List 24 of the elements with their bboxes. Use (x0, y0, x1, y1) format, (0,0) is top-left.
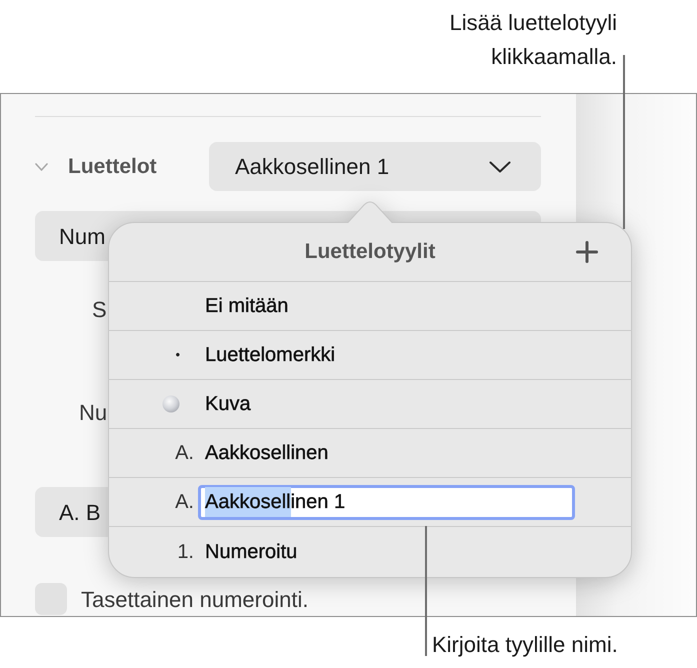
name-field[interactable]: Aakkosellinen 1 (198, 484, 575, 520)
list-style-item[interactable]: Numeroitu (205, 536, 298, 566)
callout-text: Kirjoita tyylille nimi. (432, 631, 618, 659)
list-marker: 1. (177, 540, 194, 564)
add-button[interactable] (576, 240, 598, 262)
sphere-icon (162, 395, 180, 413)
popover-title: Luettelotyylit (304, 238, 436, 265)
checkbox-label: Tasettainen numerointi. (81, 586, 308, 614)
list-style-item[interactable]: Luettelomerkki (205, 340, 336, 370)
list-marker: A. (175, 490, 194, 515)
callout-text: Lisää luettelotyyli klikkaamalla. (448, 9, 617, 71)
checkbox[interactable] (35, 583, 67, 615)
style-dropdown[interactable]: Aakkosellinen 1 (209, 142, 541, 191)
section-title: Luettelot (68, 154, 157, 180)
field-label: Nu (79, 400, 108, 425)
list-style-item[interactable]: Ei mitään (205, 291, 288, 321)
list-style-item[interactable]: Aakkosellinen (205, 438, 328, 468)
plus-icon (576, 240, 598, 262)
field-label: S (92, 297, 107, 322)
list-style-item[interactable]: Kuva (205, 389, 251, 419)
list-marker: A. (175, 441, 194, 466)
list-marker: • (175, 346, 180, 364)
chevron-icon[interactable] (35, 162, 48, 170)
chevron-down-icon (489, 160, 511, 172)
